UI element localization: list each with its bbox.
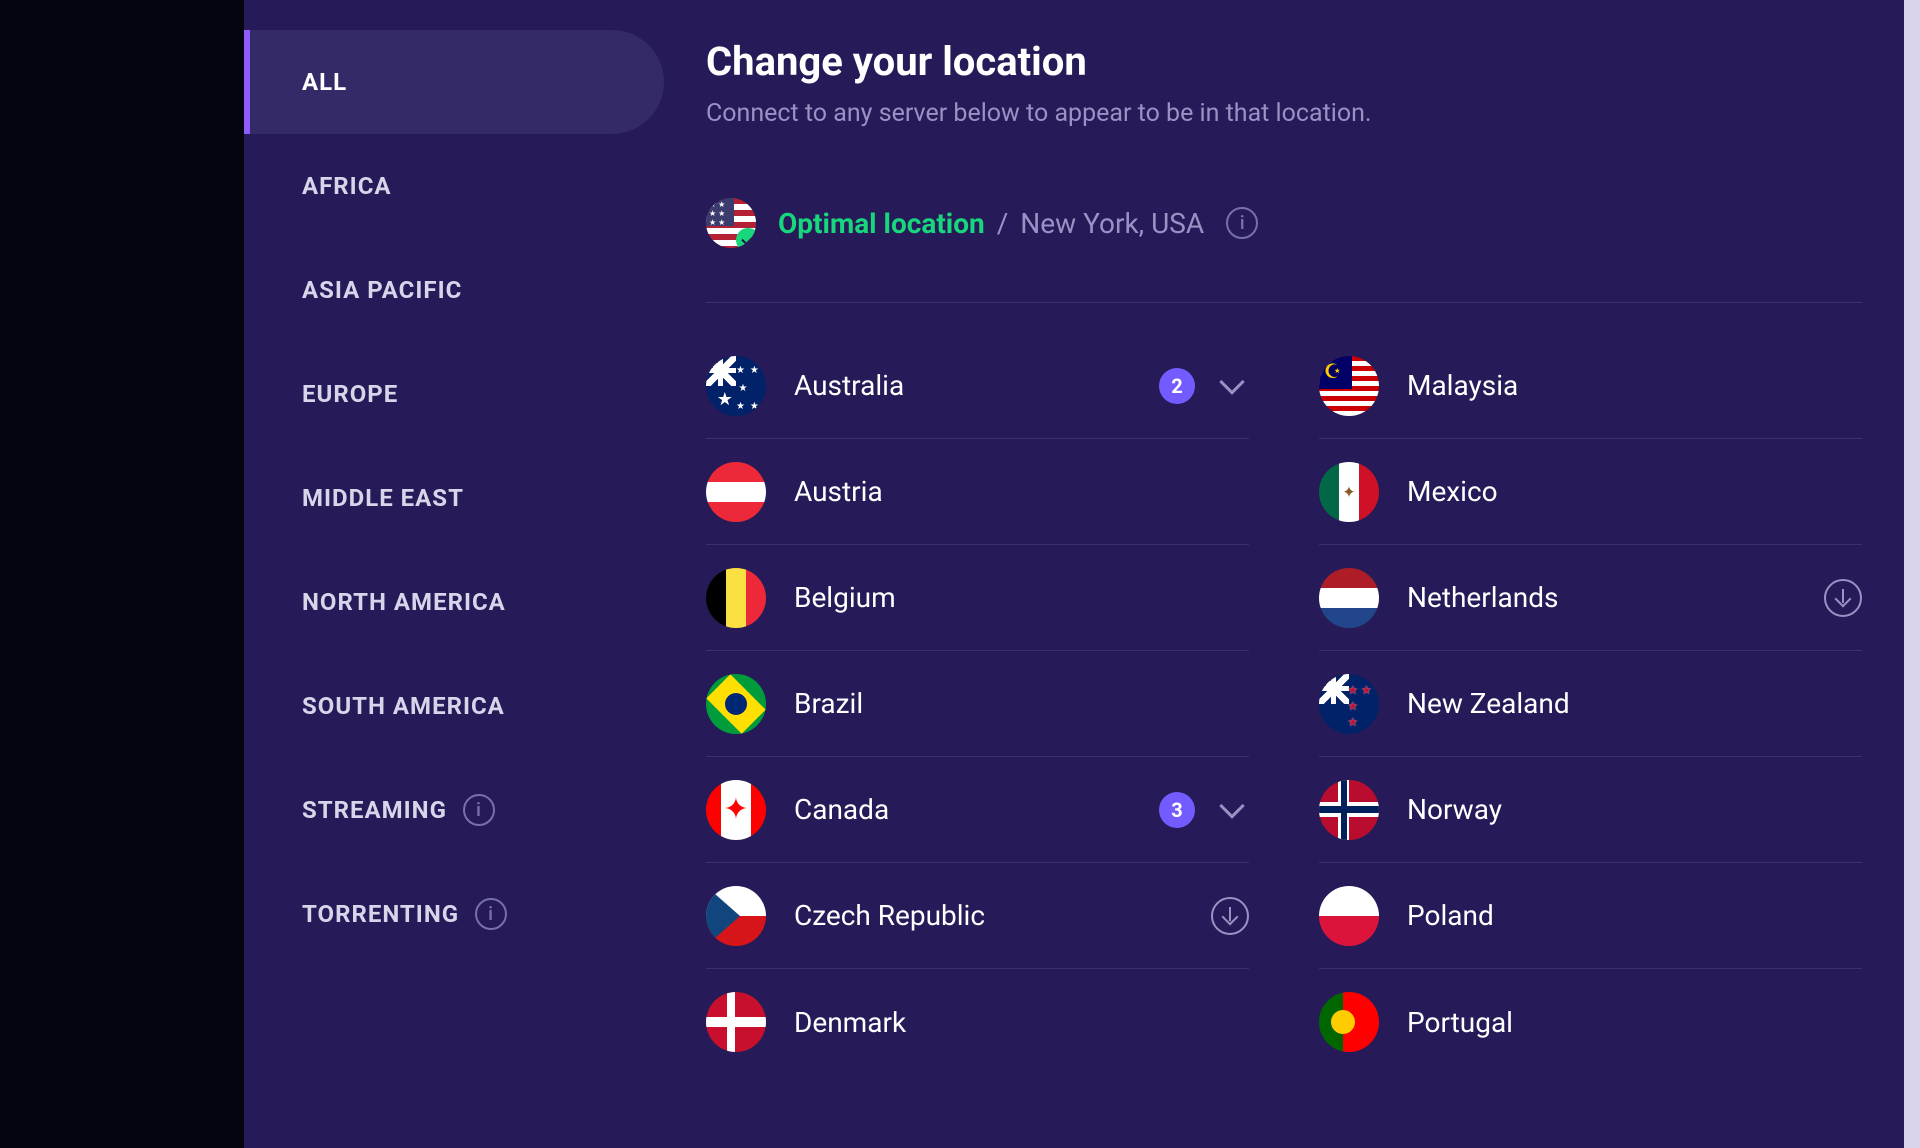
download-icon[interactable] [1824,579,1862,617]
page-title: Change your location [706,38,1862,85]
sidebar-item-north-america[interactable]: NORTH AMERICA [244,550,664,654]
location-row-br[interactable]: Brazil [706,651,1249,757]
location-row-no[interactable]: Norway [1319,757,1862,863]
location-row-au[interactable]: Australia 2 [706,333,1249,439]
main-content: Change your location Connect to any serv… [664,0,1904,1148]
sidebar-item-africa[interactable]: AFRICA [244,134,664,238]
server-count-badge: 3 [1159,792,1195,828]
server-count-badge: 2 [1159,368,1195,404]
location-columns: Australia 2 Austria Belgium Brazil Canada 3 Cze… [706,333,1862,1075]
letterbox-left [0,0,244,1148]
sidebar-item-label: MIDDLE EAST [302,484,464,512]
flag-pl-icon [1319,886,1379,946]
location-row-my[interactable]: Malaysia [1319,333,1862,439]
sidebar-item-label: NORTH AMERICA [302,588,506,616]
sidebar: ALL AFRICA ASIA PACIFIC EUROPE MIDDLE EA… [244,0,664,1148]
chevron-down-icon[interactable] [1219,793,1244,818]
flag-at-icon [706,462,766,522]
sidebar-item-label: ALL [302,68,347,96]
sidebar-item-label: TORRENTING [302,900,459,928]
location-row-cz[interactable]: Czech Republic [706,863,1249,969]
location-row-dk[interactable]: Denmark [706,969,1249,1075]
location-name: New Zealand [1407,687,1862,720]
location-name: Austria [794,475,1249,508]
location-row-nl[interactable]: Netherlands [1319,545,1862,651]
flag-no-icon [1319,780,1379,840]
flag-my-icon [1319,356,1379,416]
sidebar-item-label: ASIA PACIFIC [302,276,462,304]
download-icon[interactable] [1211,897,1249,935]
info-icon[interactable]: i [463,794,495,826]
sidebar-item-middle-east[interactable]: MIDDLE EAST [244,446,664,550]
chevron-down-icon[interactable] [1219,369,1244,394]
sidebar-item-label: EUROPE [302,380,398,408]
location-row-pt[interactable]: Portugal [1319,969,1862,1075]
sidebar-item-asia-pacific[interactable]: ASIA PACIFIC [244,238,664,342]
divider [706,302,1862,303]
sidebar-item-label: AFRICA [302,172,392,200]
optimal-location-row[interactable]: Optimal location / New York, USA i [706,198,1862,248]
sidebar-item-torrenting[interactable]: TORRENTING i [244,862,664,966]
location-name: Canada [794,793,1131,826]
flag-nz-icon [1319,674,1379,734]
sidebar-item-label: STREAMING [302,796,447,824]
check-icon [736,228,756,248]
flag-mx-icon [1319,462,1379,522]
sidebar-item-europe[interactable]: EUROPE [244,342,664,446]
flag-usa-icon [706,198,756,248]
location-row-ca[interactable]: Canada 3 [706,757,1249,863]
flag-ca-icon [706,780,766,840]
flag-au-icon [706,356,766,416]
sidebar-item-south-america[interactable]: SOUTH AMERICA [244,654,664,758]
optimal-separator: / [997,207,1009,240]
sidebar-item-streaming[interactable]: STREAMING i [244,758,664,862]
location-name: Czech Republic [794,899,1183,932]
location-name: Australia [794,369,1131,402]
location-name: Netherlands [1407,581,1796,614]
optimal-location-name: New York, USA [1020,207,1204,240]
flag-cz-icon [706,886,766,946]
location-name: Brazil [794,687,1249,720]
location-name: Poland [1407,899,1862,932]
location-name: Denmark [794,1006,1249,1039]
location-row-pl[interactable]: Poland [1319,863,1862,969]
flag-be-icon [706,568,766,628]
info-icon[interactable]: i [1226,207,1258,239]
location-row-mx[interactable]: Mexico [1319,439,1862,545]
location-row-at[interactable]: Austria [706,439,1249,545]
location-name: Norway [1407,793,1862,826]
scrollbar[interactable] [1904,0,1920,1148]
optimal-label: Optimal location [778,207,985,240]
sidebar-item-all[interactable]: ALL [244,30,664,134]
info-icon[interactable]: i [475,898,507,930]
flag-br-icon [706,674,766,734]
location-row-nz[interactable]: New Zealand [1319,651,1862,757]
app-window: ALL AFRICA ASIA PACIFIC EUROPE MIDDLE EA… [244,0,1920,1148]
location-column-right: Malaysia Mexico Netherlands New Zealand Norw… [1319,333,1862,1075]
flag-dk-icon [706,992,766,1052]
flag-nl-icon [1319,568,1379,628]
optimal-text: Optimal location / New York, USA [778,207,1204,240]
location-column-left: Australia 2 Austria Belgium Brazil Canada 3 Cze… [706,333,1249,1075]
sidebar-item-label: SOUTH AMERICA [302,692,505,720]
location-name: Portugal [1407,1006,1862,1039]
flag-pt-icon [1319,992,1379,1052]
location-name: Malaysia [1407,369,1862,402]
location-name: Mexico [1407,475,1862,508]
location-row-be[interactable]: Belgium [706,545,1249,651]
page-subtitle: Connect to any server below to appear to… [706,99,1862,128]
location-name: Belgium [794,581,1249,614]
